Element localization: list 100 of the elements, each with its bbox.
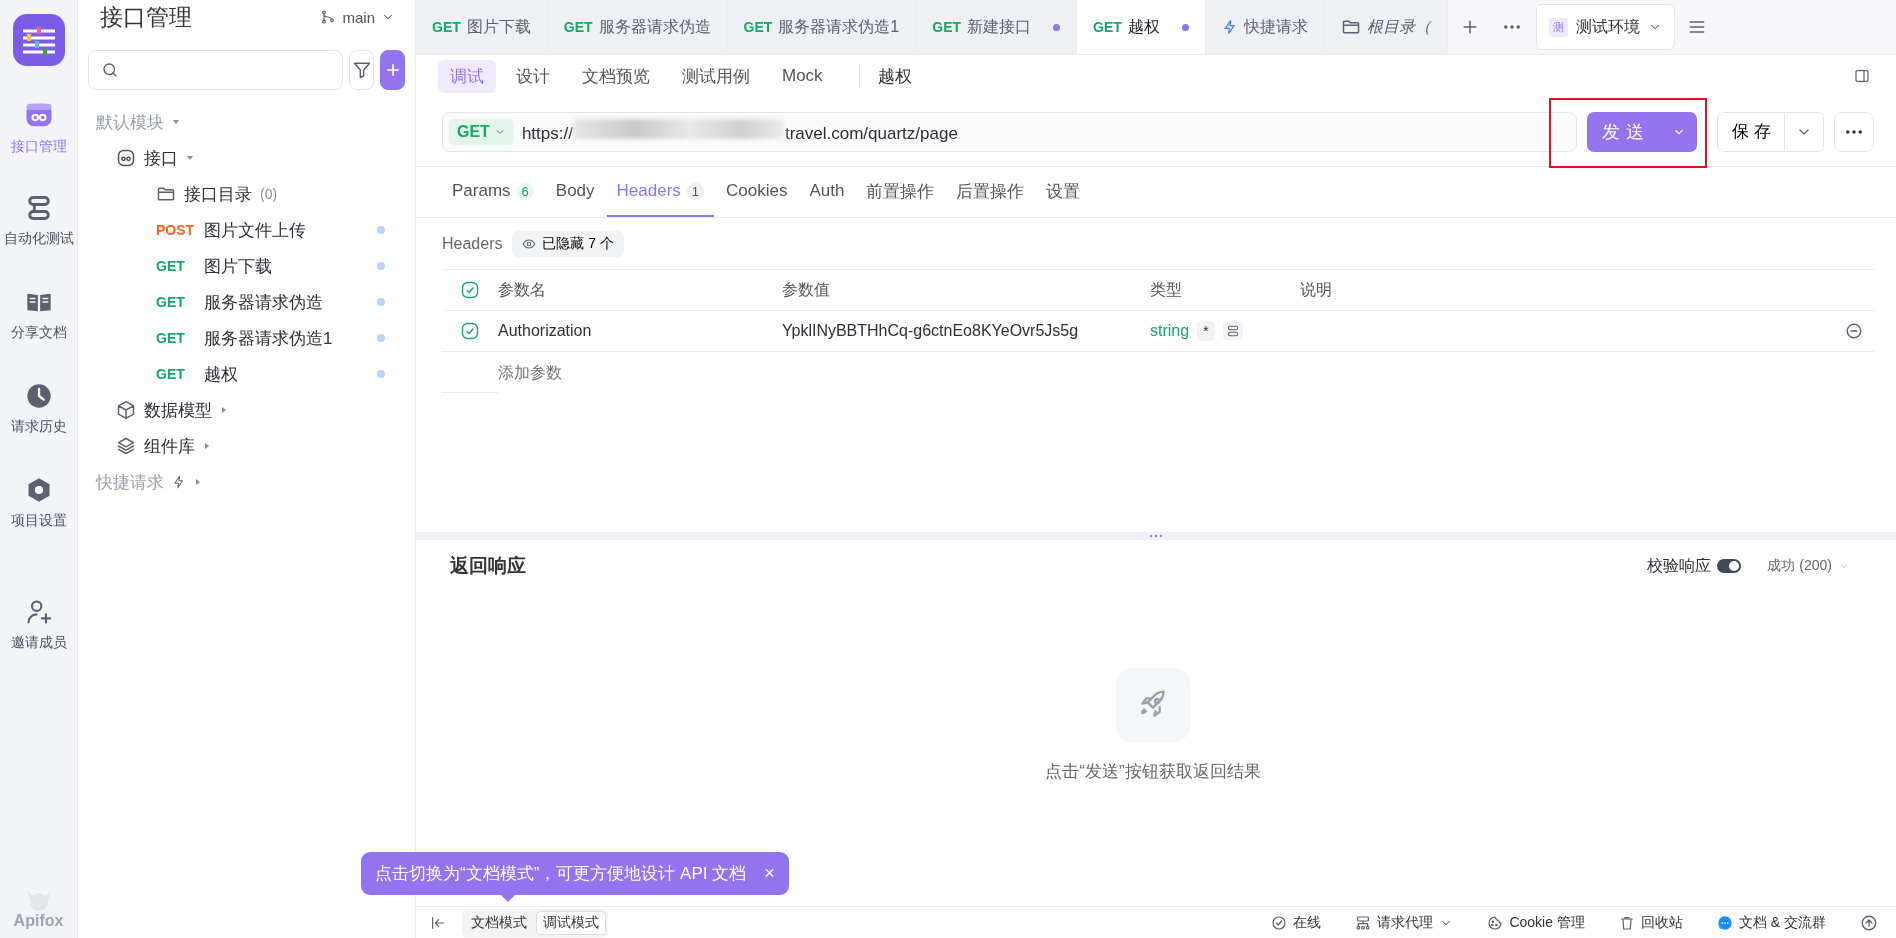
rail-item[interactable]: 分享文档 [10,282,67,376]
request-tab[interactable]: GET 图片下载 [416,0,548,54]
request-tab[interactable]: GET 越权 [1077,0,1206,54]
param-tab[interactable]: Auth [799,167,855,217]
validate-switch[interactable] [1717,559,1742,573]
branch-selector[interactable]: main [314,7,401,27]
param-tab[interactable]: 设置 [1036,167,1091,217]
request-tab[interactable]: 根目录（ [1324,0,1448,54]
rail-item[interactable]: 请求历史 [10,376,67,470]
scroll-top-button[interactable] [1860,913,1878,932]
request-tab[interactable]: 快捷请求 [1205,0,1325,54]
resize-handle[interactable] [416,532,1896,540]
chat-icon [1716,914,1733,931]
more-icon [1846,129,1862,134]
cookie-icon [1487,914,1504,931]
tree-label: 接口 [144,147,178,170]
endpoint-item[interactable]: GET 图片下载 [148,248,405,284]
status-item[interactable]: 文档 & 交流群 [1716,913,1826,932]
view-tab[interactable]: 测试用例 [670,59,762,93]
status-dot [377,370,385,378]
branch-icon [320,9,337,25]
tree-item[interactable]: 组件库 [108,428,405,464]
request-tab[interactable]: GET 服务器请求伪造1 [727,0,917,54]
param-tab[interactable]: 后置操作 [946,167,1035,217]
http-method: GET [1093,19,1122,35]
more-button[interactable] [1834,111,1874,152]
view-tab[interactable]: Mock [770,61,835,91]
collapse-left-icon [430,914,446,931]
rail-item[interactable]: 项目设置 [10,470,67,564]
status-selector[interactable]: 成功 (200) [1761,556,1856,576]
http-method: GET [156,366,186,382]
more-icon [1503,25,1520,29]
status-item[interactable]: Cookie 管理 [1487,913,1585,932]
search-field[interactable] [88,50,343,90]
http-method: GET [743,19,773,35]
caret-icon[interactable] [186,154,194,162]
status-item[interactable]: 在线 [1271,913,1322,932]
status-item[interactable]: 请求代理 [1355,913,1454,932]
request-tab[interactable]: GET 新建接口 [916,0,1078,54]
link-button[interactable] [1222,322,1243,340]
checkbox[interactable] [460,280,480,300]
type-label: string [1150,322,1190,340]
view-tab[interactable]: 文档预览 [570,59,662,93]
required-toggle[interactable]: * [1197,321,1215,341]
tree-item[interactable]: 接口目录 (0) [148,176,405,212]
request-tab[interactable]: GET 服务器请求伪造 [547,0,728,54]
endpoint-item[interactable]: POST 图片文件上传 [148,212,405,248]
caret-icon[interactable] [172,118,180,126]
endpoint-item[interactable]: GET 服务器请求伪造1 [148,320,405,356]
param-tab[interactable]: Cookies [716,167,798,217]
rail-item[interactable]: 邀请成员 [10,592,67,686]
api-icon [116,148,136,168]
column-header: 类型 [1150,270,1300,311]
app-logo [12,14,65,66]
caret-icon[interactable] [203,442,211,450]
rail-item[interactable]: 自动化测试 [3,188,74,282]
mode-toggle[interactable]: 调试模式 [536,910,606,935]
http-method: POST [156,222,196,238]
http-method: GET [156,258,186,274]
hidden-headers-button[interactable]: 已隐藏 7 个 [512,230,625,257]
link-icon [1225,324,1240,338]
request-title: 越权 [858,64,912,88]
checkbox[interactable] [460,321,480,341]
filter-button[interactable] [349,50,374,90]
save-button[interactable]: 保存 [1717,112,1785,151]
layers-icon [116,436,136,456]
add-user-icon [24,598,53,626]
tree-item[interactable]: 数据模型 [108,392,405,428]
param-tab[interactable]: 前置操作 [856,167,945,217]
param-tab[interactable]: Body [545,167,605,217]
caret-icon[interactable] [194,478,202,486]
http-method: GET [432,19,461,35]
param-tab[interactable]: Headers 1 [606,167,715,217]
add-button[interactable] [380,50,405,90]
tree-item[interactable]: 接口 [108,140,405,176]
eye-icon [522,236,537,251]
url-field[interactable]: GET https:// travel.com/quartz/page [442,111,1577,152]
clock-icon [24,382,53,410]
environment-selector[interactable]: 测 测试环境 [1535,4,1675,50]
close-button[interactable]: × [764,863,775,884]
url-text: https:// travel.com/quartz/page [521,119,958,144]
mode-toggle[interactable]: 文档模式 [464,910,534,935]
add-param-field[interactable]: 添加参数 [498,352,1874,393]
view-tab[interactable]: 设计 [504,59,562,93]
endpoint-item[interactable]: GET 服务器请求伪造 [148,284,405,320]
endpoint-item[interactable]: GET 越权 [148,356,405,392]
lightning-icon [1221,19,1238,35]
arrow-up-icon [1860,913,1878,932]
minus-circle-icon [1845,322,1863,340]
tree-label: 快捷请求 [96,471,164,494]
tree-label: 默认模块 [96,111,164,134]
param-tab[interactable]: Params 6 [442,167,544,217]
remove-button[interactable] [1845,322,1863,340]
tip-text: 点击切换为“文档模式”，可更方便地设计 API 文档 [375,863,747,885]
collapse-button[interactable] [430,914,446,931]
caret-icon[interactable] [220,406,228,414]
tree-label: 数据模型 [144,399,212,422]
status-item[interactable]: 回收站 [1618,913,1683,932]
filter-icon [351,60,372,80]
status-dot [377,226,385,234]
